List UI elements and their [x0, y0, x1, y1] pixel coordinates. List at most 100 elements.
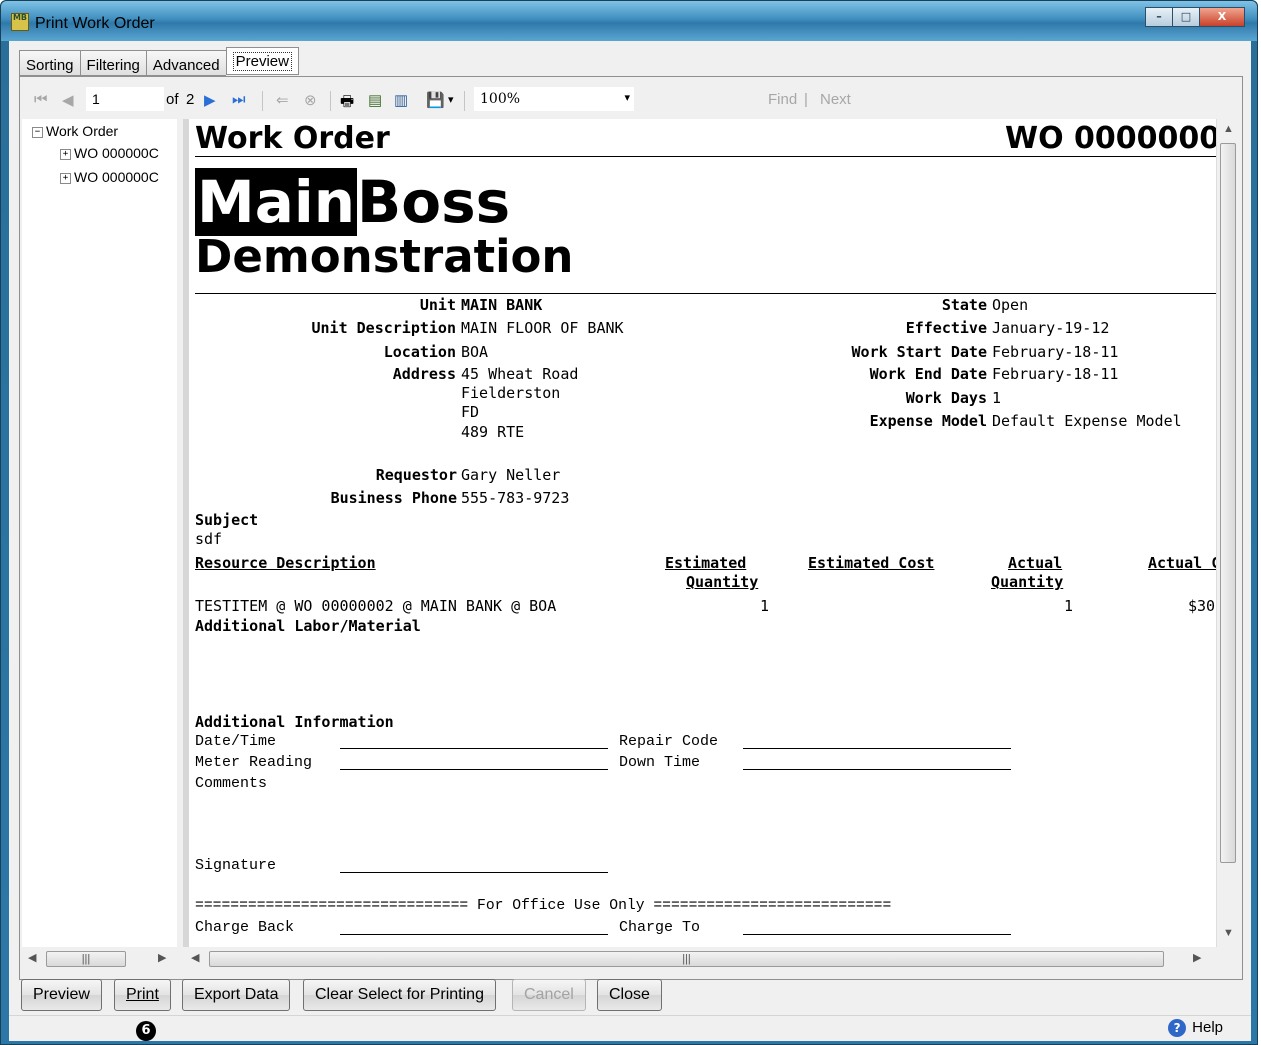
- tab-preview[interactable]: Preview: [225, 47, 299, 75]
- help-link[interactable]: ? Help: [1168, 1019, 1223, 1038]
- form-label: Repair Code: [619, 733, 719, 750]
- tree-item-label: WO 000000C: [74, 145, 159, 161]
- tab-advanced[interactable]: Advanced: [145, 50, 226, 76]
- find-input[interactable]: [639, 87, 759, 111]
- mainboss-app-icon: MB: [11, 13, 29, 31]
- field-value: Open: [992, 296, 1029, 314]
- field-label: Work Start Date: [851, 343, 987, 361]
- field-value: February-18-11: [992, 365, 1119, 383]
- form-line: [743, 748, 1011, 749]
- subject-label: Subject: [195, 511, 259, 529]
- toolbar-separator: [330, 91, 331, 111]
- form-line: [340, 769, 608, 770]
- find-separator: |: [804, 91, 808, 108]
- clear-select-for-printing-button[interactable]: Clear Select for Printing: [303, 979, 496, 1011]
- export-dropdown-icon[interactable]: ▾: [448, 93, 454, 106]
- zoom-select[interactable]: 100% ▾: [474, 87, 634, 111]
- address-line: FD: [461, 403, 480, 421]
- zoom-value: 100%: [480, 91, 521, 107]
- form-line: [340, 934, 608, 935]
- collapse-icon[interactable]: −: [32, 126, 43, 138]
- logo-demonstration: Demonstration: [195, 230, 574, 283]
- column-header: Estimated: [665, 554, 747, 572]
- page-setup-icon[interactable]: ▤: [368, 91, 382, 109]
- logo: MainBoss: [195, 168, 510, 236]
- scroll-right-icon[interactable]: ▶: [158, 951, 166, 964]
- scroll-right-icon[interactable]: ▶: [1193, 951, 1201, 964]
- tree-item-label: WO 000000C: [74, 169, 159, 185]
- vertical-scrollbar[interactable]: ▲ ▼: [1216, 119, 1238, 947]
- page-number-input[interactable]: [86, 87, 164, 111]
- form-line: [743, 769, 1011, 770]
- field-value: January-19-12: [992, 319, 1110, 337]
- form-label: Meter Reading: [195, 754, 313, 771]
- tab-preview-label: Preview: [232, 52, 292, 71]
- print-icon[interactable]: 🖶: [340, 91, 354, 116]
- cancel-button[interactable]: Cancel: [512, 979, 586, 1011]
- first-page-icon[interactable]: ⏮: [34, 91, 48, 108]
- tree-horizontal-scrollbar[interactable]: ◀ ||| ▶: [22, 947, 177, 971]
- column-header: Estimated Cost: [808, 554, 935, 572]
- page-of-label: of: [166, 91, 179, 108]
- form-label: Signature: [195, 857, 277, 874]
- document-map-tree: − Work Order + WO 000000C + WO 000000C: [22, 119, 177, 947]
- tree-root[interactable]: − Work Order: [32, 123, 118, 139]
- close-window-button[interactable]: X: [1199, 7, 1245, 27]
- scroll-thumb[interactable]: [1220, 143, 1236, 863]
- scroll-left-icon[interactable]: ◀: [191, 951, 199, 964]
- field-label: State: [941, 296, 987, 314]
- field-value: MAIN BANK: [461, 296, 543, 314]
- column-header: Resource Description: [195, 554, 376, 572]
- field-label: Unit: [419, 296, 456, 314]
- tree-item[interactable]: + WO 000000C: [60, 145, 159, 161]
- field-label: Work Days: [905, 389, 987, 407]
- phone-label: Business Phone: [330, 489, 457, 507]
- field-label: Work End Date: [869, 365, 987, 383]
- scroll-thumb[interactable]: |||: [46, 951, 126, 967]
- find-button[interactable]: Find: [768, 91, 797, 108]
- field-value: February-18-11: [992, 343, 1119, 361]
- scroll-up-icon[interactable]: ▲: [1223, 123, 1234, 135]
- preview-button[interactable]: Preview: [21, 979, 102, 1011]
- scroll-down-icon[interactable]: ▼: [1223, 927, 1234, 939]
- last-page-icon[interactable]: ⏭: [232, 91, 246, 108]
- form-label: Down Time: [619, 754, 701, 771]
- form-line: [743, 934, 1011, 935]
- toolbar-separator: [262, 91, 263, 111]
- column-header: Actual C: [1148, 554, 1216, 572]
- tab-sorting[interactable]: Sorting: [19, 50, 80, 76]
- previous-page-icon[interactable]: ◀: [62, 91, 74, 109]
- tree-item[interactable]: + WO 000000C: [60, 169, 159, 185]
- next-page-icon[interactable]: ▶: [204, 91, 216, 109]
- maximize-button[interactable]: □: [1172, 7, 1200, 27]
- back-icon[interactable]: ⇐: [276, 91, 289, 109]
- office-use-banner: =============================== For Offi…: [195, 898, 892, 914]
- requestor-label: Requestor: [375, 466, 457, 484]
- export-data-button[interactable]: Export Data: [182, 979, 291, 1011]
- field-value: MAIN FLOOR OF BANK: [461, 319, 624, 337]
- form-label: Charge To: [619, 919, 701, 936]
- export-icon[interactable]: 💾: [426, 91, 445, 109]
- minimize-button[interactable]: –: [1145, 7, 1173, 27]
- print-button[interactable]: Print: [114, 979, 171, 1011]
- preview-horizontal-scrollbar[interactable]: ◀ ||| ▶: [183, 947, 1216, 971]
- preview-panel: ⏮ ◀ of 2 ▶ ⏭ ⇐ ⊗ 🖶 ▤ ▥ 💾 ▾ 100% ▾ Find: [19, 76, 1243, 980]
- field-value: 1: [992, 389, 1002, 407]
- chevron-down-icon: ▾: [624, 91, 630, 104]
- print-layout-icon[interactable]: ▥: [394, 91, 408, 109]
- close-button[interactable]: Close: [597, 979, 662, 1011]
- tab-filtering[interactable]: Filtering: [79, 50, 146, 76]
- stop-icon[interactable]: ⊗: [304, 91, 317, 109]
- expand-icon[interactable]: +: [60, 172, 71, 184]
- toolbar-separator: [464, 91, 465, 111]
- find-next-button[interactable]: Next: [820, 91, 851, 108]
- field-label: Unit Description: [311, 319, 457, 337]
- expand-icon[interactable]: +: [60, 148, 71, 160]
- scroll-left-icon[interactable]: ◀: [28, 951, 36, 964]
- form-label: Charge Back: [195, 919, 295, 936]
- requestor-value: Gary Neller: [461, 466, 561, 484]
- form-line: [340, 872, 608, 873]
- field-label: Effective: [905, 319, 987, 337]
- scroll-thumb[interactable]: |||: [209, 951, 1164, 967]
- column-header: Quantity: [991, 573, 1064, 591]
